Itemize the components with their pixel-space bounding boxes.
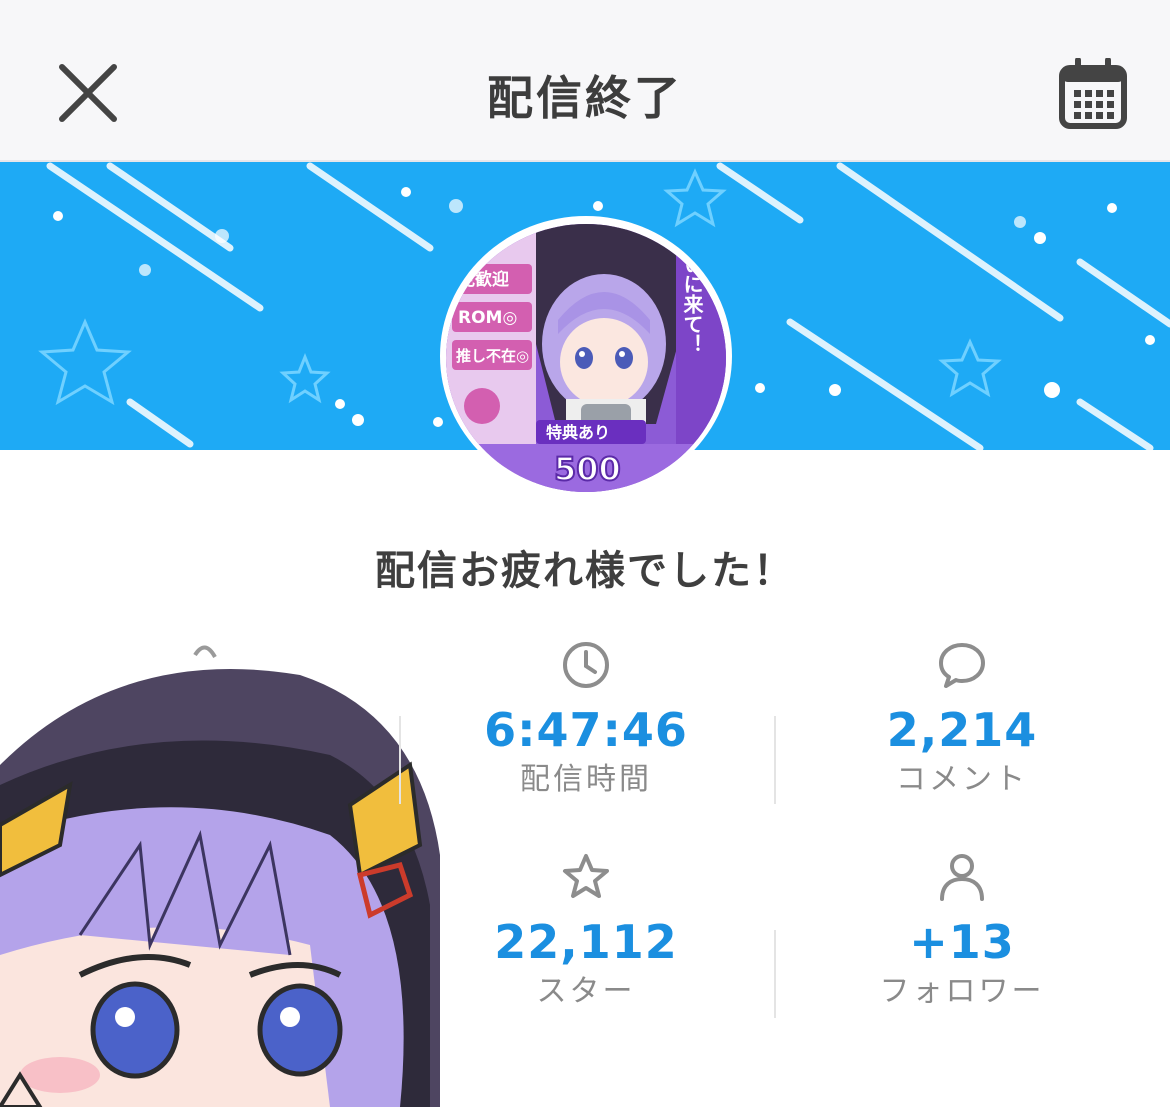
avatar-label-3: 推し不在◎: [456, 347, 529, 365]
page-title: 配信終了: [487, 71, 683, 125]
comments-value: 2,214: [886, 703, 1038, 757]
clock-icon: [563, 642, 609, 688]
thank-you-message: 配信お疲れ様でした！: [375, 548, 795, 594]
stars-label: スター: [536, 974, 636, 1009]
stat-divider: [774, 930, 776, 1018]
stars-value: 22,112: [494, 915, 678, 969]
duration-label: 配信時間: [520, 762, 652, 797]
avatar-number: 500: [554, 450, 621, 488]
top-bar: 配信終了: [0, 0, 1170, 162]
stat-stars: 22,112 スター: [400, 852, 772, 1010]
stat-comments: 2,214 コメント: [776, 640, 1148, 798]
stat-followers: +13 フォロワー: [776, 852, 1148, 1010]
person-icon: [940, 854, 984, 901]
calendar-icon: [1059, 57, 1127, 129]
avatar-label-2: ROM◎: [458, 308, 517, 328]
stat-divider: [399, 716, 401, 804]
avatar[interactable]: 見歓迎 ROM◎ 推し不在◎ いに来て！ 特典あり 500: [446, 224, 726, 492]
stream-thumbnail-image: 見歓迎 ROM◎ 推し不在◎ いに来て！ 特典あり 500: [446, 224, 726, 492]
comments-label: コメント: [896, 762, 1028, 797]
star-icon: [563, 854, 609, 898]
stat-divider: [774, 716, 776, 804]
speech-bubble-icon: [939, 643, 985, 688]
followers-label: フォロワー: [879, 974, 1045, 1009]
calendar-button[interactable]: [1058, 57, 1128, 130]
mascot-illustration: [0, 645, 440, 1107]
stat-duration: 6:47:46 配信時間: [400, 640, 772, 798]
followers-value: +13: [909, 915, 1015, 969]
duration-value: 6:47:46: [484, 703, 688, 757]
avatar-badge: 特典あり: [546, 423, 610, 442]
